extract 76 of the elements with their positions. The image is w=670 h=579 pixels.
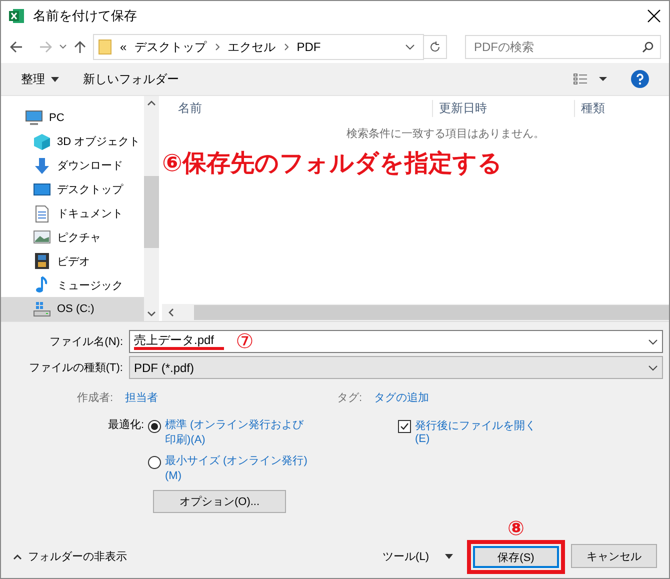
author-link[interactable]: 担当者 (125, 390, 337, 404)
annotation-number: ⑦ (236, 330, 255, 354)
document-icon (33, 204, 51, 222)
radio-option[interactable]: 標準 (オンライン発行および印刷)(A) (148, 418, 308, 448)
sidebar-item[interactable]: OS (C:) (1, 297, 144, 322)
horizontal-scrollbar[interactable] (162, 304, 669, 321)
field-label: 最適化: (106, 418, 145, 433)
folder-icon (98, 39, 112, 55)
empty-message: 検索条件に一致する項目はありません。 (346, 126, 546, 141)
chevron-right-icon (214, 43, 220, 51)
file-name-input[interactable]: 売上データ.pdf (134, 333, 224, 350)
breadcrumb-item[interactable]: PDF (296, 40, 321, 54)
chevron-down-icon[interactable] (405, 44, 415, 50)
column-header[interactable]: 更新日時 (432, 100, 574, 116)
checkmark-icon (400, 422, 409, 431)
drive-icon (33, 300, 51, 318)
chevron-right-icon (284, 43, 289, 51)
view-options-icon[interactable] (573, 73, 607, 85)
annotation-number: ⑧ (508, 518, 524, 540)
refresh-icon (429, 41, 441, 53)
hide-folders-button[interactable]: フォルダーの非表示 (13, 549, 127, 574)
tags-link[interactable]: タグの追加 (374, 390, 430, 404)
sidebar-item[interactable]: デスクトップ (1, 178, 144, 202)
download-icon (33, 156, 51, 175)
organize-button[interactable]: 整理 (21, 70, 59, 88)
chevron-down-icon[interactable] (648, 338, 658, 344)
up-arrow-icon[interactable] (73, 40, 87, 54)
picture-icon (33, 228, 51, 246)
checkbox-option[interactable]: 発行後にファイルを開く(E) (398, 418, 548, 484)
sidebar-item[interactable]: PC (1, 106, 144, 130)
radio-option[interactable]: 最小サイズ (オンライン発行)(M) (148, 454, 308, 484)
excel-icon (9, 8, 25, 24)
column-header[interactable]: 種類 (574, 100, 668, 116)
pc-icon (25, 108, 43, 127)
close-icon[interactable] (647, 9, 661, 23)
breadcrumb-item[interactable]: エクセル (228, 38, 276, 56)
search-box[interactable]: PDFの検索 (465, 35, 661, 59)
sidebar-item[interactable]: ドキュメント (1, 202, 144, 226)
column-header[interactable]: 名前 (162, 100, 432, 116)
back-arrow-icon[interactable] (9, 40, 23, 54)
window-title: 名前を付けて保存 (33, 7, 138, 25)
sidebar-item[interactable]: ミュージック (1, 273, 144, 298)
caret-icon (51, 76, 59, 82)
sidebar-item[interactable]: ビデオ (1, 249, 144, 274)
breadcrumb-item[interactable]: デスクトップ (134, 38, 207, 56)
sidebar-item[interactable]: ダウンロード (1, 154, 144, 178)
cube-icon (33, 132, 51, 151)
chevron-down-icon[interactable] (59, 44, 67, 50)
tools-button[interactable]: ツール(L) (382, 549, 453, 564)
field-label: ファイルの種類(T): (28, 361, 124, 375)
file-type-dropdown[interactable]: PDF (*.pdf) (129, 356, 663, 379)
refresh-button[interactable] (423, 35, 447, 59)
search-field[interactable]: PDFの検索 (472, 39, 642, 55)
sidebar-item[interactable]: 3D オブジェクト (1, 130, 144, 154)
options-button[interactable]: オプション(O)... (153, 490, 286, 513)
search-icon (642, 41, 654, 53)
chevron-down-icon (648, 364, 658, 370)
field-label: タグ: (337, 390, 364, 404)
cancel-button[interactable]: キャンセル (571, 544, 657, 568)
save-button[interactable]: 保存(S) (473, 546, 559, 568)
scroll-up-icon[interactable] (147, 100, 156, 106)
field-label: 作成者: (76, 390, 114, 404)
annotation-text: ⑥保存先のフォルダを指定する (162, 149, 502, 179)
file-name-field[interactable]: 売上データ.pdf ⑦ (129, 330, 663, 353)
help-icon[interactable] (631, 70, 649, 88)
breadcrumb-overflow[interactable]: « (120, 40, 127, 54)
sidebar-item[interactable]: ピクチャ (1, 225, 144, 250)
field-label: ファイル名(N): (48, 335, 124, 349)
new-folder-button[interactable]: 新しいフォルダー (83, 70, 179, 88)
scroll-left-icon[interactable] (168, 308, 174, 317)
video-icon (33, 252, 51, 270)
scroll-down-icon[interactable] (147, 311, 156, 317)
vertical-scrollbar[interactable] (144, 96, 159, 321)
address-bar[interactable]: « デスクトップ エクセル PDF (93, 34, 424, 60)
chevron-up-icon (13, 554, 22, 560)
caret-icon (445, 554, 453, 559)
